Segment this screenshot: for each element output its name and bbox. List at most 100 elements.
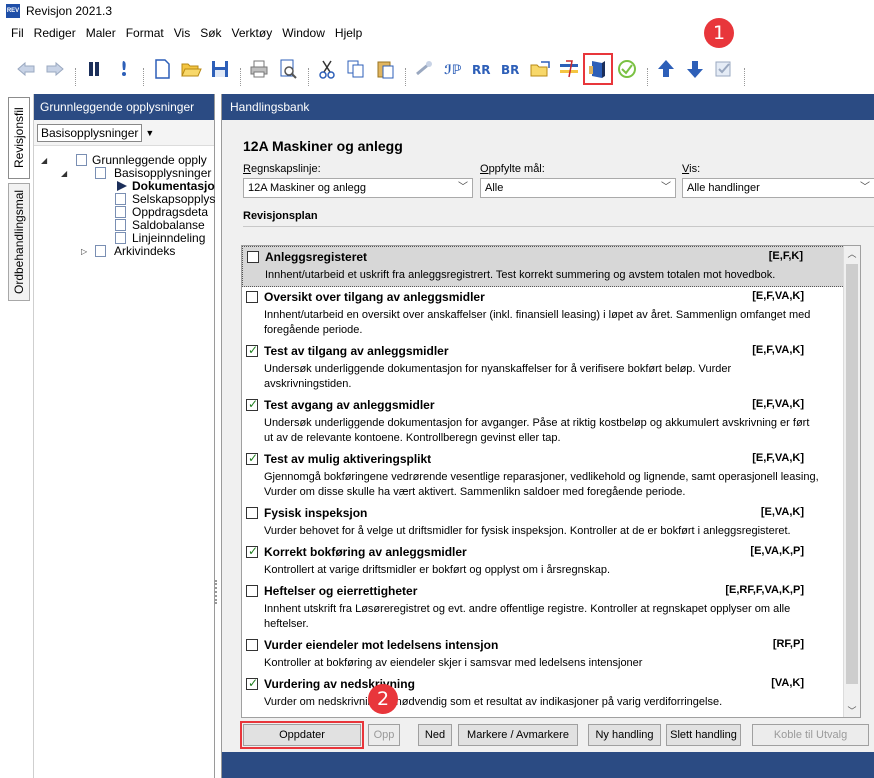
list-item[interactable]: Vurder eiendeler mot ledelsens intensjon… (242, 635, 845, 674)
expand-arrow-icon[interactable]: ▷ (81, 245, 87, 258)
handlingsbank-pane: Handlingsbank 12A Maskiner og anlegg Reg… (221, 94, 874, 778)
open-folder-icon[interactable] (179, 56, 203, 82)
move-down-icon[interactable] (683, 56, 707, 82)
print-icon[interactable] (247, 56, 271, 82)
list-item[interactable]: ✓ Test av tilgang av anleggsmidler [E,F,… (242, 341, 845, 395)
menu-bar: Fil Rediger Maler Format Vis Søk Verktøy… (0, 22, 874, 44)
list-item[interactable]: Anleggsregisteret [E,F,K] Innhent/utarbe… (242, 246, 845, 287)
item-description: Innhent/utarbeid en oversikt over anskaf… (264, 309, 811, 336)
link-icon[interactable] (412, 56, 436, 82)
menu-sok[interactable]: Søk (195, 22, 226, 44)
title-bar: REV Revisjon 2021.3 (0, 0, 874, 22)
list-scrollbar[interactable]: ︿ ﹀ (843, 246, 860, 717)
toolbar-separator (402, 68, 406, 86)
approve-check-icon[interactable] (615, 56, 639, 82)
item-checkbox[interactable] (246, 291, 258, 303)
item-title: Heftelser og eierrettigheter (264, 584, 418, 598)
item-codes: [E,F,VA,K] (752, 344, 804, 356)
document-icon (76, 154, 87, 166)
item-checkbox[interactable] (247, 251, 259, 263)
tree-node-arkivindeks[interactable]: ▷ Arkivindeks (34, 245, 215, 258)
item-checkbox[interactable]: ✓ (246, 544, 259, 558)
regnskapslinje-label: Regnskapslinje: (243, 163, 321, 175)
collapse-arrow-icon[interactable]: ◢ (61, 167, 67, 180)
menu-fil[interactable]: Fil (6, 22, 29, 44)
menu-hjelp[interactable]: Hjelp (330, 22, 367, 44)
chevron-down-icon[interactable]: ▼ (145, 128, 154, 138)
item-checkbox[interactable]: ✓ (246, 397, 258, 411)
forward-arrow-icon[interactable] (43, 56, 67, 82)
list-item[interactable]: Heftelser og eierrettigheter [E,RF,F,VA,… (242, 581, 845, 635)
item-checkbox[interactable]: ✓ (246, 451, 258, 465)
br-icon[interactable]: BR (499, 56, 523, 82)
item-checkbox[interactable]: ✓ (246, 676, 259, 690)
left-pane-header: Grunnleggende opplysninger (34, 94, 214, 120)
save-icon[interactable] (208, 56, 232, 82)
pause-icon[interactable] (82, 56, 106, 82)
cut-icon[interactable] (315, 56, 339, 82)
menu-vis[interactable]: Vis (169, 22, 195, 44)
ny-handling-button[interactable]: Ny handling (588, 724, 661, 746)
oppfylte-mal-label: Oppfylte mål: (480, 163, 545, 175)
vis-value: Alle handlinger (687, 182, 760, 194)
checklist-icon[interactable] (712, 56, 736, 82)
handlingsbank-body: 12A Maskiner og anlegg Regnskapslinje: 1… (222, 120, 874, 752)
scroll-thumb[interactable] (846, 264, 858, 684)
checkmark-icon: ✓ (248, 343, 259, 357)
list-item[interactable]: Oversikt over tilgang av anleggsmidler [… (242, 287, 845, 341)
item-codes: [E,F,K] (768, 250, 803, 262)
list-item[interactable]: ✓ Test av mulig aktiveringsplikt [E,F,VA… (242, 449, 845, 503)
item-checkbox[interactable] (246, 585, 258, 597)
scroll-up-icon[interactable]: ︿ (844, 246, 860, 262)
menu-verktoy[interactable]: Verktøy (227, 22, 278, 44)
item-checkbox[interactable] (246, 507, 258, 519)
move-up-icon[interactable] (654, 56, 678, 82)
basisopplysninger-combo[interactable]: Basisopplysninger (37, 123, 143, 142)
menu-maler[interactable]: Maler (81, 22, 121, 44)
menu-format[interactable]: Format (121, 22, 169, 44)
vis-label: Vis: (682, 163, 701, 175)
info-icon[interactable] (111, 56, 135, 82)
list-item[interactable]: ✓ Test avgang av anleggsmidler [E,F,VA,K… (242, 395, 845, 449)
vertical-tab-strip: Revisjonsfil Ordbehandlingsmal (0, 94, 33, 778)
item-description: Kontroller at bokføring av eiendeler skj… (264, 657, 643, 669)
rr-icon[interactable]: RR (470, 56, 494, 82)
app-icon: REV (6, 4, 20, 18)
koble-til-utvalg-button[interactable]: Koble til Utvalg (752, 724, 869, 746)
menu-rediger[interactable]: Rediger (29, 22, 81, 44)
markere-avmarkere-button[interactable]: Markere / Avmarkere (458, 724, 578, 746)
new-document-icon[interactable] (150, 56, 174, 82)
oppfylte-mal-select[interactable]: Alle ﹀ (480, 178, 676, 198)
vis-select[interactable]: Alle handlinger ﹀ (682, 178, 874, 198)
list-item[interactable]: ✓ Korrekt bokføring av anleggsmidler [E,… (242, 542, 845, 581)
ned-button[interactable]: Ned (418, 724, 452, 746)
sort-icon[interactable] (557, 56, 581, 82)
revisjonsplan-list[interactable]: Anleggsregisteret [E,F,K] Innhent/utarbe… (241, 245, 861, 718)
checkmark-icon: ✓ (248, 544, 259, 558)
menu-window[interactable]: Window (277, 22, 330, 44)
export-folder-icon[interactable] (528, 56, 552, 82)
tab-revisjonsfil[interactable]: Revisjonsfil (8, 97, 30, 179)
opp-button[interactable]: Opp (368, 724, 400, 746)
document-icon (115, 193, 126, 205)
item-checkbox[interactable]: ✓ (246, 343, 259, 357)
bank-book-icon[interactable] (583, 53, 613, 85)
item-checkbox[interactable] (246, 639, 258, 651)
back-arrow-icon[interactable] (14, 56, 38, 82)
print-preview-icon[interactable] (276, 56, 300, 82)
column-icon[interactable]: ℐℙ (441, 56, 465, 82)
list-item[interactable]: Fysisk inspeksjon [E,VA,K] Vurder behove… (242, 503, 845, 542)
list-item[interactable]: ✓ Vurdering av nedskrivning [VA,K] Vurde… (242, 674, 845, 713)
slett-handling-button[interactable]: Slett handling (666, 724, 741, 746)
collapse-arrow-icon[interactable]: ◢ (41, 154, 47, 167)
item-codes: [VA,K] (771, 677, 804, 689)
paste-icon[interactable] (373, 56, 397, 82)
copy-icon[interactable] (344, 56, 368, 82)
checkmark-icon: ✓ (248, 676, 259, 690)
oppdater-button[interactable]: Oppdater (240, 721, 364, 749)
annotation-badge-1: 1 (704, 18, 734, 48)
chevron-down-icon: ﹀ (458, 182, 468, 193)
item-title: Oversikt over tilgang av anleggsmidler (264, 290, 485, 304)
tab-ordbehandlingsmal[interactable]: Ordbehandlingsmal (8, 183, 30, 301)
regnskapslinje-select[interactable]: 12A Maskiner og anlegg ﹀ (243, 178, 473, 198)
